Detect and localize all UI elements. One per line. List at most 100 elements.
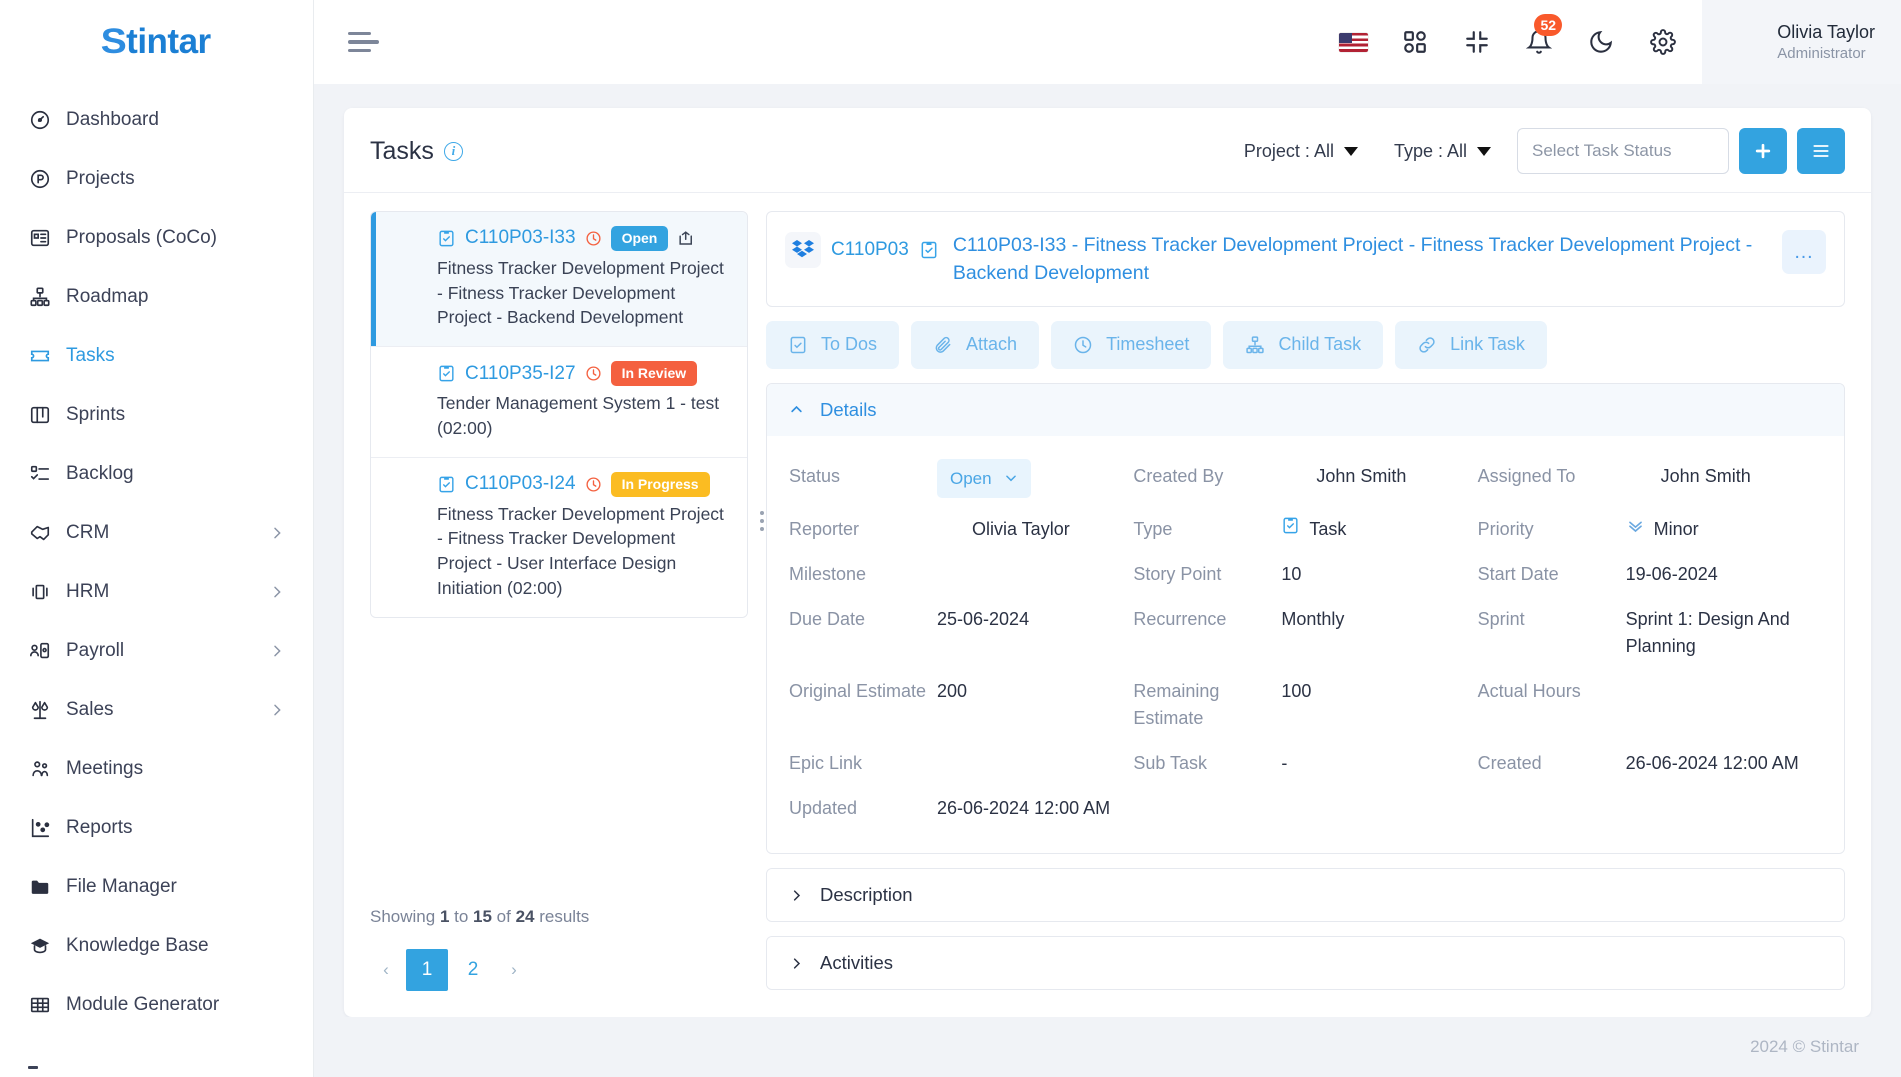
sidebar-item-roadmap[interactable]: Roadmap <box>0 267 313 326</box>
details-panel-header[interactable]: Details <box>767 383 1844 436</box>
handshake-icon <box>28 521 52 545</box>
pagination-prev[interactable]: ‹ <box>370 949 402 991</box>
tab-timesheet[interactable]: Timesheet <box>1051 320 1212 369</box>
us-flag-icon <box>1338 32 1368 52</box>
tab-attach[interactable]: Attach <box>911 320 1040 369</box>
tab-child-task[interactable]: Child Task <box>1223 320 1384 369</box>
sidebar-item-hrm[interactable]: HRM <box>0 562 313 621</box>
sidebar-item-payroll[interactable]: Payroll <box>0 621 313 680</box>
sidebar-item-partial[interactable] <box>0 1057 313 1077</box>
tab-label: Timesheet <box>1106 334 1190 355</box>
tab-link-task[interactable]: Link Task <box>1395 320 1547 369</box>
project-chip[interactable]: C110P03 <box>785 230 939 268</box>
filter-project[interactable]: Project : All <box>1226 141 1376 162</box>
theme-toggle-button[interactable] <box>1570 0 1632 84</box>
list-options-icon[interactable] <box>760 511 764 531</box>
sidebar-item-reports[interactable]: Reports <box>0 798 313 857</box>
clock-icon <box>585 365 602 382</box>
task-type-icon <box>437 364 456 383</box>
avatar <box>937 516 963 542</box>
grid-table-icon <box>28 993 52 1017</box>
detail-field: Actual Hours <box>1478 669 1822 741</box>
field-value: 10 <box>1281 564 1302 585</box>
task-list-item[interactable]: C110P35-I27 In Review Tender Management Sy… <box>371 347 747 458</box>
showing-prefix: Showing <box>370 907 440 926</box>
field-label: Actual Hours <box>1477 681 1581 702</box>
filter-type[interactable]: Type : All <box>1376 141 1509 162</box>
language-flag-button[interactable] <box>1322 0 1384 84</box>
description-panel-title: Description <box>820 884 913 906</box>
tab-label: To Dos <box>821 334 878 355</box>
list-icon <box>1813 145 1829 157</box>
sidebar-item-file-manager[interactable]: File Manager <box>0 857 313 916</box>
graduation-cap-icon <box>28 934 52 958</box>
compress-button[interactable] <box>1446 0 1508 84</box>
share-icon[interactable] <box>677 229 696 248</box>
apps-grid-button[interactable] <box>1384 0 1446 84</box>
sidebar-item-proposals-coco[interactable]: Proposals (CoCo) <box>0 208 313 267</box>
chevron-down-icon <box>1477 146 1491 156</box>
settings-button[interactable] <box>1632 0 1694 84</box>
status-select-value: Open <box>950 468 992 488</box>
task-list-item[interactable]: C110P03-I24 In Progress Fitness Tracker De… <box>371 457 747 617</box>
activities-panel-header[interactable]: Activities <box>767 937 1844 990</box>
task-description: Fitness Tracker Development Project - Fi… <box>437 257 724 328</box>
pagination-page[interactable]: 1 <box>406 949 448 991</box>
info-icon[interactable]: i <box>443 141 463 161</box>
list-view-button[interactable] <box>1797 128 1845 174</box>
details-panel-body: Status Open Created By John Smith Assigned T… <box>767 435 1844 854</box>
dropbox-icon <box>792 240 814 258</box>
sidebar-item-projects[interactable]: Projects <box>0 149 313 208</box>
task-type-icon <box>437 229 456 248</box>
activities-panel: Activities <box>766 936 1845 991</box>
add-task-button[interactable] <box>1739 128 1787 174</box>
user-profile-menu[interactable]: Olivia Taylor Administrator <box>1702 0 1901 84</box>
link-icon <box>1419 336 1435 353</box>
task-id[interactable]: C110P03-I24 <box>465 473 576 495</box>
status-select[interactable]: Open <box>937 458 1031 499</box>
scales-icon <box>31 700 49 719</box>
hamburger-icon[interactable] <box>348 31 382 53</box>
topbar-actions: 52 Olivia Taylor Administrator <box>1322 0 1901 84</box>
description-panel-header[interactable]: Description <box>767 869 1844 922</box>
field-value: 19-06-2024 <box>1625 564 1718 585</box>
task-id[interactable]: C110P03-I33 <box>465 227 576 249</box>
sidebar-item-meetings[interactable]: Meetings <box>0 739 313 798</box>
sidebar-item-sales[interactable]: Sales <box>0 680 313 739</box>
sidebar-item-crm[interactable]: CRM <box>0 503 313 562</box>
notifications-button[interactable]: 52 <box>1508 0 1570 84</box>
sidebar-item-tasks[interactable]: Tasks <box>0 326 313 385</box>
field-value: Monthly <box>1281 609 1345 630</box>
task-id[interactable]: C110P35-I27 <box>465 363 576 385</box>
gauge-icon <box>30 110 50 129</box>
more-options-button[interactable]: … <box>1782 230 1826 274</box>
scales-icon <box>28 698 52 722</box>
task-type-icon <box>437 475 456 494</box>
sidebar-item-knowledge-base[interactable]: Knowledge Base <box>0 916 313 975</box>
task-list-item[interactable]: C110P03-I33 Open Fitness Tracker Developme… <box>371 212 747 348</box>
sidebar-item-sprints[interactable]: Sprints <box>0 385 313 444</box>
sidebar-item-backlog[interactable]: Backlog <box>0 444 313 503</box>
detail-field: Updated 26-06-2024 12:00 AM <box>789 786 1133 831</box>
task-detail-title[interactable]: C110P03-I33 - Fitness Tracker Developmen… <box>953 230 1768 288</box>
detail-field: Reporter Olivia Taylor <box>789 507 1133 552</box>
apps-grid-icon <box>1404 31 1427 53</box>
sidebar-item-dashboard[interactable]: Dashboard <box>0 90 313 149</box>
tab-to-dos[interactable]: To Dos <box>766 320 900 369</box>
filter-type-label: Type : All <box>1393 140 1467 161</box>
brand-logo-glyph: S <box>100 22 127 61</box>
detail-field: Original Estimate 200 <box>789 669 1133 741</box>
sidebar-item-module-generator[interactable]: Module Generator <box>0 975 313 1034</box>
field-value: John Smith <box>1316 465 1407 486</box>
avatar <box>1281 463 1307 489</box>
pagination-next[interactable]: › <box>498 949 530 991</box>
hierarchy-icon <box>28 285 52 309</box>
sidebar: Stintar Dashboard Projects Proposals (CoCo… <box>0 0 314 1077</box>
project-code: C110P03 <box>831 239 909 260</box>
app-root: Stintar Dashboard Projects Proposals (CoCo… <box>0 0 1901 1077</box>
pagination-page[interactable]: 2 <box>452 949 494 991</box>
task-status-input[interactable] <box>1517 128 1729 174</box>
detail-field: Start Date 19-06-2024 <box>1478 552 1822 597</box>
brand-logo[interactable]: Stintar <box>0 0 313 84</box>
sidebar-item-label: Tasks <box>66 344 115 366</box>
